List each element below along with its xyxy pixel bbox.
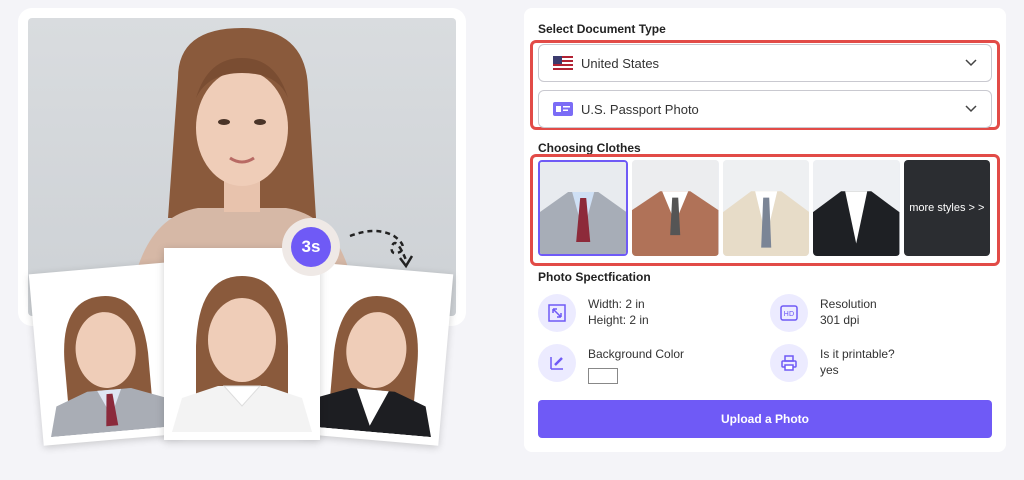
- resize-icon: [538, 294, 576, 332]
- timer-label: 3s: [291, 227, 331, 267]
- options-panel: Select Document Type United States U.S. …: [524, 8, 1006, 452]
- document-type-title: Select Document Type: [538, 22, 666, 36]
- spec-resolution: HD Resolution 301 dpi: [770, 294, 877, 332]
- document-select-value: U.S. Passport Photo: [581, 101, 699, 117]
- resolution-label: Resolution: [820, 297, 877, 311]
- clothes-option-black-suit[interactable]: [813, 160, 900, 256]
- id-card-icon: [553, 102, 573, 116]
- document-select[interactable]: U.S. Passport Photo: [538, 90, 992, 128]
- more-styles-button[interactable]: more styles > >: [903, 160, 991, 256]
- paint-brush-icon: [538, 344, 576, 382]
- clothes-title: Choosing Clothes: [538, 141, 641, 155]
- clothes-option-gray-suit[interactable]: [538, 160, 629, 256]
- svg-text:HD: HD: [784, 310, 795, 318]
- spec-printable: Is it printable? yes: [770, 344, 895, 382]
- passport-print-left: [28, 262, 184, 446]
- clothes-option-cream-suit[interactable]: [722, 160, 810, 256]
- timer-badge: 3s: [282, 218, 340, 276]
- background-color-label: Background Color: [588, 347, 685, 361]
- us-flag-icon: [553, 56, 573, 70]
- hd-icon: HD: [770, 294, 808, 332]
- clothes-option-argyle-vest[interactable]: [632, 160, 719, 256]
- country-select[interactable]: United States: [538, 44, 992, 82]
- country-select-value: United States: [581, 55, 660, 71]
- printer-icon: [770, 344, 808, 382]
- chevron-down-icon: [965, 59, 977, 67]
- background-color-swatch: [588, 368, 618, 384]
- upload-photo-button[interactable]: Upload a Photo: [538, 400, 992, 438]
- resolution-value: 301 dpi: [820, 313, 860, 327]
- clothes-options: more styles > >: [538, 160, 991, 258]
- spec-width: Width: 2 in: [588, 297, 645, 311]
- passport-print-center: [164, 248, 320, 440]
- printable-value: yes: [820, 363, 839, 377]
- passport-print-right: [298, 262, 454, 446]
- curved-arrow-icon: [349, 229, 414, 269]
- spec-background: Background Color: [538, 344, 684, 384]
- spec-size: Width: 2 in Height: 2 in: [538, 294, 649, 332]
- spec-title: Photo Spectfication: [538, 270, 651, 284]
- more-styles-label: more styles > >: [909, 202, 985, 214]
- printable-label: Is it printable?: [820, 347, 895, 361]
- spec-height: Height: 2 in: [588, 313, 649, 327]
- chevron-down-icon: [965, 105, 977, 113]
